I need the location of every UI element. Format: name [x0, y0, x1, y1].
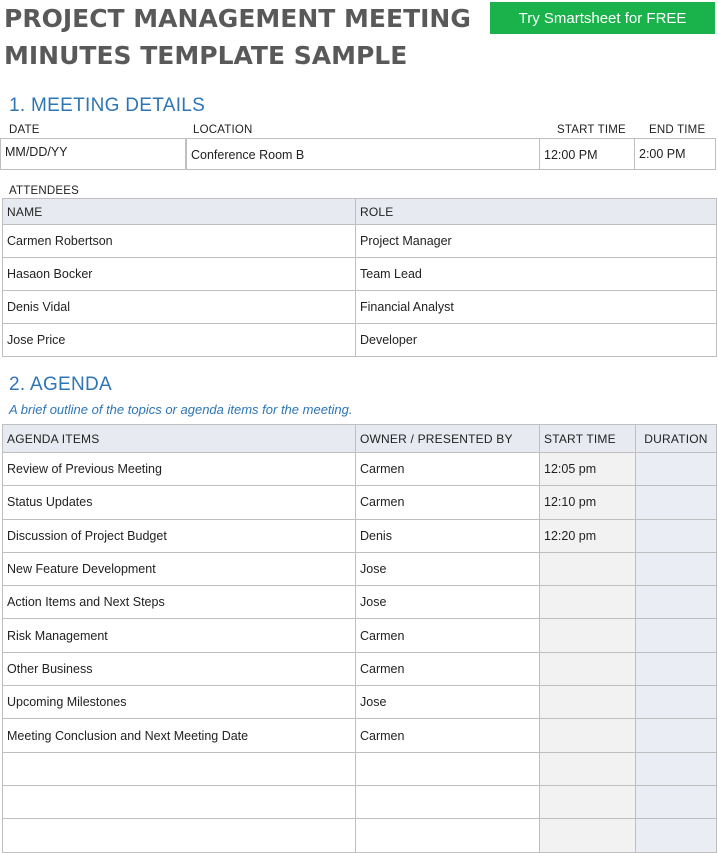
attendee-name-cell[interactable]: Denis Vidal — [2, 290, 356, 324]
agenda-item-cell[interactable]: Meeting Conclusion and Next Meeting Date — [2, 718, 356, 753]
agenda-start-time-cell[interactable] — [539, 551, 636, 587]
date-label: DATE — [9, 124, 40, 136]
agenda-row: Action Items and Next Steps Jose — [2, 585, 717, 620]
agenda-duration-cell[interactable] — [635, 551, 717, 587]
agenda-duration-cell[interactable] — [635, 751, 717, 786]
agenda-owner-cell[interactable]: Carmen — [355, 651, 540, 687]
agenda-item-cell[interactable]: Status Updates — [2, 485, 356, 520]
agenda-owner-cell[interactable] — [355, 751, 540, 786]
agenda-start-time-cell[interactable] — [539, 784, 636, 820]
agenda-duration-cell[interactable] — [635, 618, 717, 653]
meeting-details-heading: 1. MEETING DETAILS — [9, 95, 206, 116]
agenda-owner-cell[interactable]: Jose — [355, 551, 540, 587]
agenda-item-cell[interactable]: Action Items and Next Steps — [2, 585, 356, 620]
agenda-owner-cell[interactable]: Denis — [355, 518, 540, 553]
try-smartsheet-button[interactable]: Try Smartsheet for FREE — [490, 2, 715, 34]
agenda-duration-cell[interactable] — [635, 518, 717, 553]
agenda-item-cell[interactable]: Discussion of Project Budget — [2, 518, 356, 553]
agenda-owner-cell[interactable]: Carmen — [355, 718, 540, 753]
attendee-name-cell[interactable]: Hasaon Bocker — [2, 257, 356, 291]
agenda-row: New Feature Development Jose — [2, 551, 717, 587]
start-time-column-header: START TIME — [539, 424, 636, 453]
agenda-item-cell[interactable] — [2, 751, 356, 786]
agenda-duration-cell[interactable] — [635, 818, 717, 853]
attendee-row: Hasaon Bocker Team Lead — [2, 257, 717, 291]
agenda-owner-cell[interactable]: Carmen — [355, 485, 540, 520]
agenda-item-cell[interactable] — [2, 818, 356, 853]
agenda-start-time-cell[interactable] — [539, 585, 636, 620]
owner-column-header: OWNER / PRESENTED BY — [355, 424, 540, 453]
agenda-owner-cell[interactable] — [355, 818, 540, 853]
agenda-start-time-cell[interactable] — [539, 618, 636, 653]
attendee-row: Denis Vidal Financial Analyst — [2, 290, 717, 324]
agenda-start-time-cell[interactable]: 12:10 pm — [539, 485, 636, 520]
agenda-row: Status Updates Carmen 12:10 pm — [2, 485, 717, 520]
agenda-items-column-header: AGENDA ITEMS — [2, 424, 356, 453]
agenda-duration-cell[interactable] — [635, 451, 717, 487]
agenda-row: Discussion of Project Budget Denis 12:20 p… — [2, 518, 717, 553]
agenda-row: Meeting Conclusion and Next Meeting Date… — [2, 718, 717, 753]
attendee-role-cell[interactable]: Financial Analyst — [355, 290, 717, 324]
agenda-row — [2, 784, 717, 820]
agenda-duration-cell[interactable] — [635, 685, 717, 720]
location-field[interactable]: Conference Room B — [186, 138, 540, 170]
attendee-name-cell[interactable]: Jose Price — [2, 323, 356, 357]
agenda-start-time-cell[interactable] — [539, 718, 636, 753]
agenda-item-cell[interactable]: Review of Previous Meeting — [2, 451, 356, 487]
agenda-row: Upcoming Milestones Jose — [2, 685, 717, 720]
attendee-role-cell[interactable]: Team Lead — [355, 257, 717, 291]
duration-column-header: DURATION — [635, 424, 717, 453]
agenda-start-time-cell[interactable]: 12:05 pm — [539, 451, 636, 487]
page-title: PROJECT MANAGEMENT MEETING MINUTES TEMPL… — [4, 4, 471, 70]
agenda-note: A brief outline of the topics or agenda … — [9, 402, 353, 417]
agenda-item-cell[interactable]: Upcoming Milestones — [2, 685, 356, 720]
agenda-heading: 2. AGENDA — [9, 374, 113, 395]
agenda-start-time-cell[interactable]: 12:20 pm — [539, 518, 636, 553]
attendee-row: Carmen Robertson Project Manager — [2, 224, 717, 258]
agenda-start-time-cell[interactable] — [539, 751, 636, 786]
agenda-item-cell[interactable]: Other Business — [2, 651, 356, 687]
agenda-start-time-cell[interactable] — [539, 685, 636, 720]
agenda-row: Other Business Carmen — [2, 651, 717, 687]
agenda-owner-cell[interactable] — [355, 784, 540, 820]
agenda-owner-cell[interactable]: Jose — [355, 585, 540, 620]
attendee-row: Jose Price Developer — [2, 323, 717, 357]
agenda-duration-cell[interactable] — [635, 485, 717, 520]
agenda-duration-cell[interactable] — [635, 718, 717, 753]
agenda-owner-cell[interactable]: Carmen — [355, 451, 540, 487]
start-time-field[interactable]: 12:00 PM — [539, 138, 635, 170]
name-column-header: NAME — [2, 198, 356, 225]
agenda-start-time-cell[interactable] — [539, 818, 636, 853]
attendee-role-cell[interactable]: Project Manager — [355, 224, 717, 258]
agenda-item-cell[interactable]: Risk Management — [2, 618, 356, 653]
agenda-start-time-cell[interactable] — [539, 651, 636, 687]
agenda-owner-cell[interactable]: Jose — [355, 685, 540, 720]
start-time-label: START TIME — [557, 124, 626, 136]
date-field[interactable]: MM/DD/YY — [0, 138, 186, 170]
attendee-role-cell[interactable]: Developer — [355, 323, 717, 357]
attendees-label: ATTENDEES — [9, 185, 79, 197]
attendee-name-cell[interactable]: Carmen Robertson — [2, 224, 356, 258]
agenda-row: Review of Previous Meeting Carmen 12:05 pm — [2, 451, 717, 487]
end-time-field[interactable]: 2:00 PM — [634, 138, 716, 170]
attendees-table: NAME ROLE Carmen Robertson Project Manage… — [2, 198, 717, 357]
role-column-header: ROLE — [355, 198, 717, 225]
agenda-row: Risk Management Carmen — [2, 618, 717, 653]
agenda-duration-cell[interactable] — [635, 651, 717, 687]
agenda-row — [2, 818, 717, 853]
agenda-table: AGENDA ITEMS OWNER / PRESENTED BY START … — [2, 424, 717, 853]
agenda-owner-cell[interactable]: Carmen — [355, 618, 540, 653]
agenda-duration-cell[interactable] — [635, 784, 717, 820]
agenda-row — [2, 751, 717, 786]
agenda-item-cell[interactable]: New Feature Development — [2, 551, 356, 587]
location-label: LOCATION — [193, 124, 253, 136]
agenda-item-cell[interactable] — [2, 784, 356, 820]
end-time-label: END TIME — [649, 124, 706, 136]
agenda-duration-cell[interactable] — [635, 585, 717, 620]
